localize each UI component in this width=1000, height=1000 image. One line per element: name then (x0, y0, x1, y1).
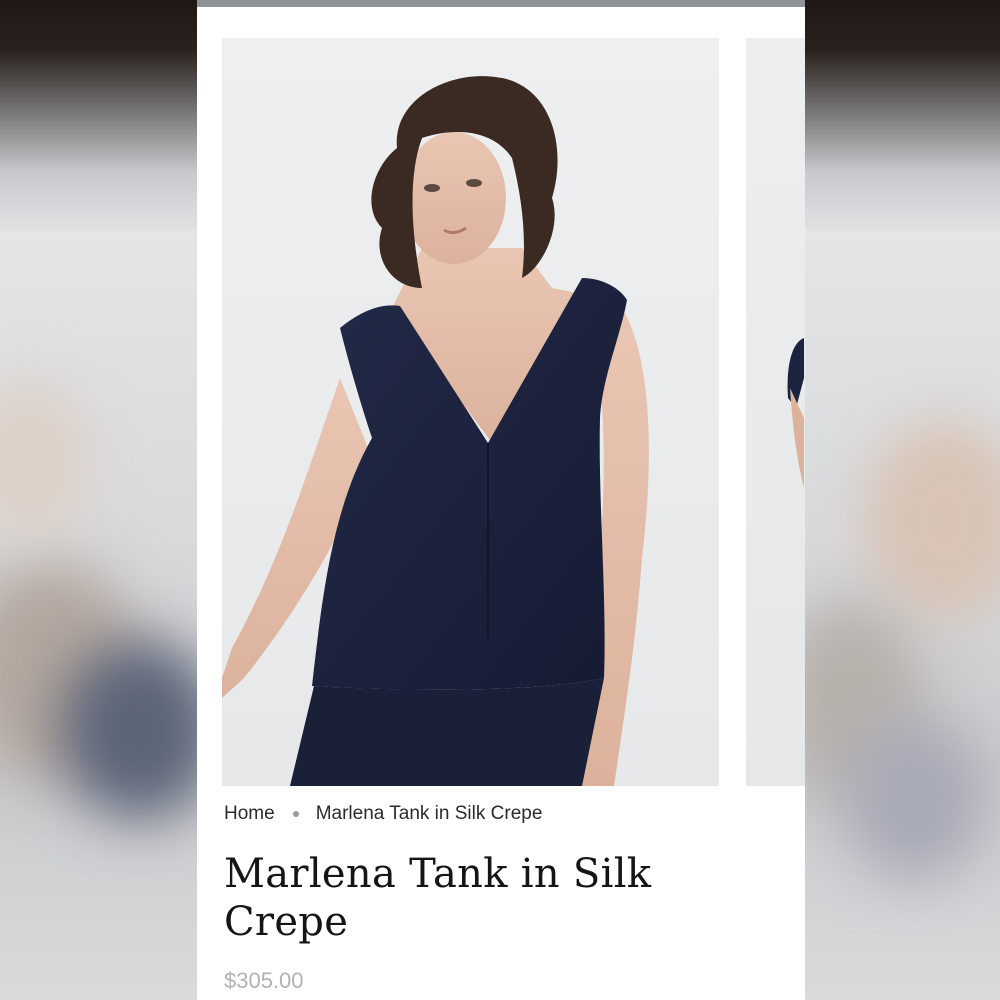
top-bar (197, 0, 805, 7)
breadcrumb-current: Marlena Tank in Silk Crepe (315, 803, 543, 824)
product-page: Home Marlena Tank in Silk Crepe Marlena … (197, 0, 805, 1000)
blurred-backdrop-right (805, 0, 1000, 1000)
next-product-image[interactable] (746, 38, 805, 786)
breadcrumb: Home Marlena Tank in Silk Crepe (224, 803, 542, 825)
product-image-gallery[interactable] (222, 38, 805, 786)
breadcrumb-separator-dot (292, 811, 299, 817)
product-image[interactable] (222, 38, 719, 786)
product-price: $305.00 (224, 968, 304, 993)
blurred-backdrop-left (0, 0, 197, 1000)
model-wearing-tank-image (222, 76, 649, 786)
breadcrumb-home-link[interactable]: Home (224, 803, 275, 825)
product-title: Marlena Tank in Silk Crepe (224, 851, 652, 945)
